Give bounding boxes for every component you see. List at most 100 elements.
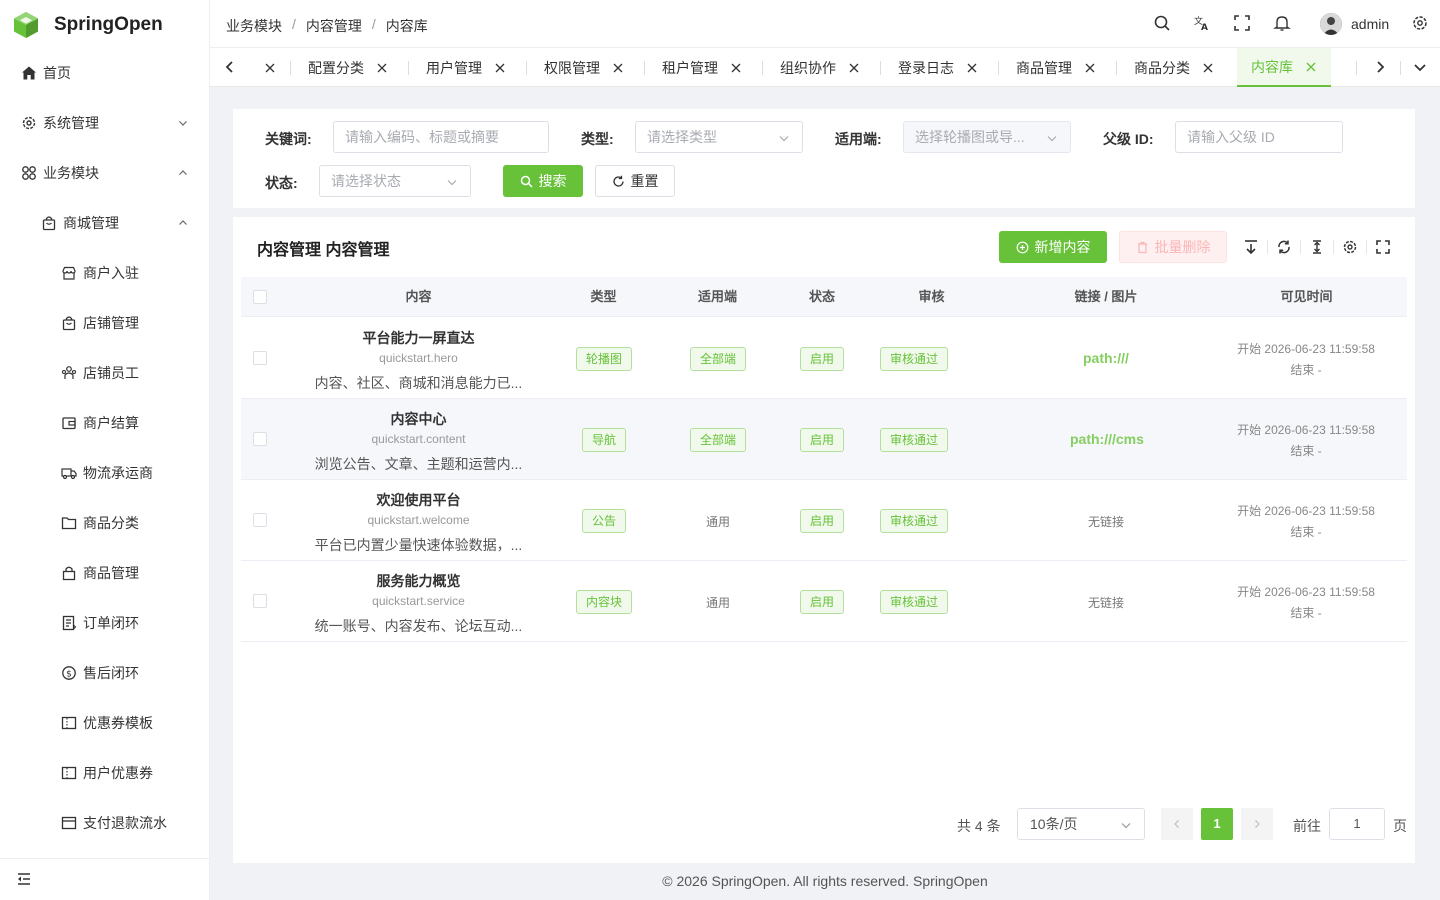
chevron-right-icon[interactable]	[1372, 59, 1388, 75]
breadcrumb-item[interactable]: 业务模块	[226, 16, 282, 36]
tab-login-log[interactable]: 登录日志	[898, 48, 978, 87]
breadcrumb-item[interactable]: 内容管理	[306, 16, 362, 36]
document-icon	[61, 615, 77, 631]
prev-page-button[interactable]	[1161, 808, 1193, 840]
user-name[interactable]: admin	[1351, 16, 1389, 32]
platform-select[interactable]: 选择轮播图或导...	[903, 121, 1071, 153]
table-row[interactable]: 欢迎使用平台 quickstart.welcome 平台已内置少量快速体验数据，…	[241, 480, 1407, 561]
breadcrumb-item: 内容库	[385, 18, 428, 34]
fullscreen-icon[interactable]	[1375, 239, 1391, 255]
tab-config-category[interactable]: 配置分类	[308, 48, 388, 87]
parent-id-input[interactable]: 请输入父级 ID	[1175, 121, 1343, 153]
type-tag: 导航	[582, 428, 627, 452]
page-size-select[interactable]: 10条/页	[1017, 808, 1145, 840]
select-all-checkbox[interactable]	[253, 290, 267, 304]
sidebar-item-product-management[interactable]: 商品管理	[0, 548, 209, 598]
current-page-button[interactable]: 1	[1201, 808, 1233, 840]
logo[interactable]: SpringOpen	[12, 10, 163, 40]
tab-divider	[1116, 61, 1117, 75]
chevron-left-icon[interactable]	[222, 59, 238, 75]
sidebar-item-coupon-template[interactable]: 优惠券模板	[0, 698, 209, 748]
close-icon[interactable]	[1202, 62, 1214, 74]
translate-icon[interactable]: 文A	[1193, 14, 1211, 33]
row-checkbox[interactable]	[253, 513, 267, 527]
search-button[interactable]: 搜索	[503, 165, 583, 197]
table-row[interactable]: 平台能力一屏直达 quickstart.hero 内容、社区、商城和消息能力已.…	[241, 318, 1407, 399]
close-icon[interactable]	[494, 62, 506, 74]
tab-divider	[1356, 61, 1357, 75]
tab-product-management[interactable]: 商品管理	[1016, 48, 1096, 87]
close-icon[interactable]	[1305, 61, 1317, 73]
tab-content-library[interactable]: 内容库	[1237, 48, 1331, 87]
sidebar-item-user-coupon[interactable]: 用户优惠券	[0, 748, 209, 798]
sidebar-item-store-staff[interactable]: 店铺员工	[0, 348, 209, 398]
status-select[interactable]: 请选择状态	[319, 165, 471, 197]
row-checkbox[interactable]	[253, 594, 267, 608]
sidebar-item-business[interactable]: 业务模块	[0, 148, 209, 198]
content-table-panel: 内容管理 内容管理 新增内容 批量删除 内容 类型 适用端 状态 审核 链接 /…	[233, 217, 1415, 863]
column-settings-icon[interactable]	[1342, 239, 1358, 255]
sidebar-item-merchant-onboarding[interactable]: 商户入驻	[0, 248, 209, 298]
keyword-input[interactable]: 请输入编码、标题或摘要	[333, 121, 549, 153]
row-height-icon[interactable]	[1309, 239, 1325, 255]
close-icon[interactable]	[612, 62, 624, 74]
platform-placeholder: 选择轮播图或导...	[915, 129, 1025, 145]
tab-user-management[interactable]: 用户管理	[426, 48, 506, 87]
tab-permission-management[interactable]: 权限管理	[544, 48, 624, 87]
close-icon[interactable]	[966, 62, 978, 74]
sidebar-item-home[interactable]: 首页	[0, 48, 209, 98]
sidebar-item-label: 店铺管理	[83, 315, 139, 331]
breadcrumb: 业务模块 / 内容管理 / 内容库	[226, 16, 428, 36]
row-checkbox[interactable]	[253, 432, 267, 446]
table-row[interactable]: 服务能力概览 quickstart.service 统一账号、内容发布、论坛互动…	[241, 561, 1407, 642]
close-icon[interactable]	[848, 62, 860, 74]
goto-page-input[interactable]: 1	[1329, 808, 1385, 840]
sidebar-item-merchant-settlement[interactable]: 商户结算	[0, 398, 209, 448]
status-label: 状态:	[265, 175, 298, 191]
tab-tenant-management[interactable]: 租户管理	[662, 48, 742, 87]
batch-delete-button[interactable]: 批量删除	[1119, 231, 1227, 263]
row-checkbox[interactable]	[253, 351, 267, 365]
tab-divider	[644, 61, 645, 75]
cube-logo-icon	[14, 12, 38, 38]
sidebar-item-store-management[interactable]: 店铺管理	[0, 298, 209, 348]
refresh-icon[interactable]	[1276, 239, 1292, 255]
toolbar-divider	[1300, 240, 1301, 254]
settings-gear-icon[interactable]	[1411, 14, 1429, 32]
content-link[interactable]: path:///	[1083, 350, 1129, 366]
chevron-up-icon	[179, 170, 187, 175]
export-icon[interactable]	[1243, 239, 1259, 255]
add-content-button[interactable]: 新增内容	[999, 231, 1107, 263]
reset-button-label: 重置	[630, 173, 659, 189]
collapse-menu-icon[interactable]	[16, 871, 32, 887]
next-page-button[interactable]	[1241, 808, 1273, 840]
sidebar-item-logistics[interactable]: 物流承运商	[0, 448, 209, 498]
close-icon[interactable]	[1084, 62, 1096, 74]
toolbar-divider	[1333, 240, 1334, 254]
status-placeholder: 请选择状态	[331, 173, 401, 189]
sidebar-item-mall[interactable]: 商城管理	[0, 198, 209, 248]
sidebar-item-label: 支付退款流水	[83, 815, 167, 831]
tab-org-collaboration[interactable]: 组织协作	[780, 48, 860, 87]
sidebar-item-order-loop[interactable]: 订单闭环	[0, 598, 209, 648]
close-icon[interactable]	[730, 62, 742, 74]
chevron-down-icon	[1047, 136, 1057, 142]
sidebar-item-after-sales[interactable]: $ 售后闭环	[0, 648, 209, 698]
sidebar-item-payment-refund[interactable]: 支付退款流水	[0, 798, 209, 848]
sidebar-item-system[interactable]: 系统管理	[0, 98, 209, 148]
reset-button[interactable]: 重置	[595, 165, 675, 197]
fullscreen-icon[interactable]	[1233, 14, 1251, 32]
table-row[interactable]: 内容中心 quickstart.content 浏览公告、文章、主题和运营内..…	[241, 399, 1407, 480]
content-link[interactable]: path:///cms	[1070, 431, 1144, 447]
close-icon[interactable]	[376, 62, 388, 74]
bell-icon[interactable]	[1273, 14, 1291, 32]
status-badge: 启用	[800, 590, 845, 614]
sidebar-item-product-category[interactable]: 商品分类	[0, 498, 209, 548]
tab-product-category[interactable]: 商品分类	[1134, 48, 1214, 87]
close-icon[interactable]	[264, 62, 276, 74]
chevron-down-icon[interactable]	[1412, 59, 1428, 75]
type-select[interactable]: 请选择类型	[635, 121, 803, 153]
column-header: 链接 / 图片	[1074, 289, 1138, 304]
avatar[interactable]	[1320, 13, 1342, 35]
search-icon[interactable]	[1153, 14, 1171, 32]
